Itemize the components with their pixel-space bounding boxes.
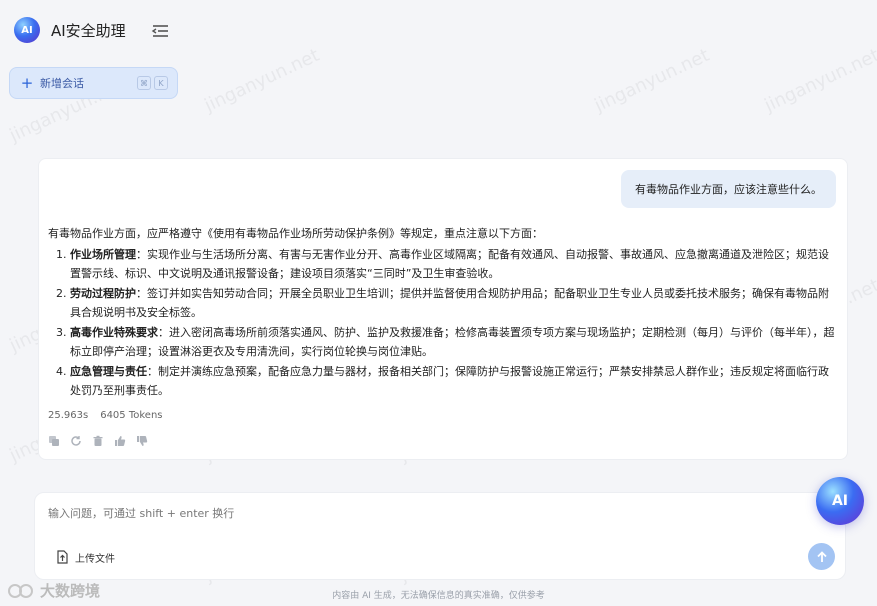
arrow-up-icon (816, 550, 827, 562)
list-item-text: 进入密闭高毒场所前须落实通风、防护、监护及救援准备；检修高毒装置须专项方案与现场… (70, 325, 835, 359)
top-bar: AI AI安全助理 (0, 0, 877, 62)
list-item-sep: ： (147, 364, 158, 378)
list-item: 劳动过程防护：签订并如实告知劳动合同；开展全员职业卫生培训；提供并监督使用合规防… (70, 284, 838, 323)
response-tokens: 6405 Tokens (100, 410, 163, 421)
thumbs-up-icon[interactable] (114, 435, 126, 447)
answer-list: 作业场所管理：实现作业与生活场所分离、有害与无害作业分开、高毒作业区域隔离；配备… (70, 245, 838, 401)
assistant-answer: 有毒物品作业方面，应严格遵守《使用有毒物品作业场所劳动保护条例》等规定，重点注意… (48, 224, 838, 401)
disclaimer-note: 内容由 AI 生成，无法确保信息的真实准确，仅供参考 (332, 591, 545, 601)
response-meta: 25.963s 6405 Tokens (48, 410, 163, 421)
copy-icon[interactable] (48, 435, 60, 447)
list-item-title: 作业场所管理 (70, 247, 136, 261)
user-message: 有毒物品作业方面，应该注意些什么。 (621, 170, 836, 208)
list-item-sep: ： (136, 247, 147, 261)
list-item-title: 应急管理与责任 (70, 364, 147, 378)
message-input-box: 上传文件 (34, 492, 846, 580)
answer-intro: 有毒物品作业方面，应严格遵守《使用有毒物品作业场所劳动保护条例》等规定，重点注意… (48, 227, 543, 240)
new-chat-button[interactable]: + 新增会话 ⌘ K (9, 67, 178, 99)
message-input[interactable] (48, 505, 808, 527)
app-title: AI安全助理 (51, 22, 126, 40)
app-logo: AI (14, 17, 40, 43)
upload-label: 上传文件 (75, 553, 115, 565)
list-item: 作业场所管理：实现作业与生活场所分离、有害与无害作业分开、高毒作业区域隔离；配备… (70, 245, 838, 284)
shortcut-key-k: K (154, 76, 168, 90)
shortcut-hint: ⌘ K (137, 76, 168, 90)
list-item-text: 实现作业与生活场所分离、有害与无害作业分开、高毒作业区域隔离；配备有效通风、自动… (70, 247, 829, 281)
list-item-text: 制定并演练应急预案，配备应急力量与器材，报备相关部门；保障防护与报警设施正常运行… (70, 364, 829, 398)
list-item-title: 劳动过程防护 (70, 286, 136, 300)
upload-file-button[interactable]: 上传文件 (49, 544, 123, 570)
refresh-icon[interactable] (70, 435, 82, 447)
list-item: 高毒作业特殊要求：进入密闭高毒场所前须落实通风、防护、监护及救援准备；检修高毒装… (70, 323, 838, 362)
thumbs-down-icon[interactable] (136, 435, 148, 447)
plus-icon: + (20, 74, 34, 92)
send-button[interactable] (808, 543, 835, 570)
new-chat-label: 新增会话 (40, 77, 84, 90)
delete-icon[interactable] (92, 435, 104, 447)
list-item-title: 高毒作业特殊要求 (70, 325, 158, 339)
list-item-sep: ： (158, 325, 169, 339)
list-item-sep: ： (136, 286, 147, 300)
list-item-text: 签订并如实告知劳动合同；开展全员职业卫生培训；提供并监督使用合规防护用品；配备职… (70, 286, 829, 320)
collapse-sidebar-icon[interactable] (151, 23, 169, 39)
message-actions (48, 435, 148, 447)
ai-assistant-float-button[interactable]: AI (816, 477, 864, 525)
shortcut-key-cmd: ⌘ (137, 76, 151, 90)
upload-icon (57, 550, 68, 564)
response-duration: 25.963s (48, 410, 89, 421)
list-item: 应急管理与责任：制定并演练应急预案，配备应急力量与器材，报备相关部门；保障防护与… (70, 362, 838, 401)
